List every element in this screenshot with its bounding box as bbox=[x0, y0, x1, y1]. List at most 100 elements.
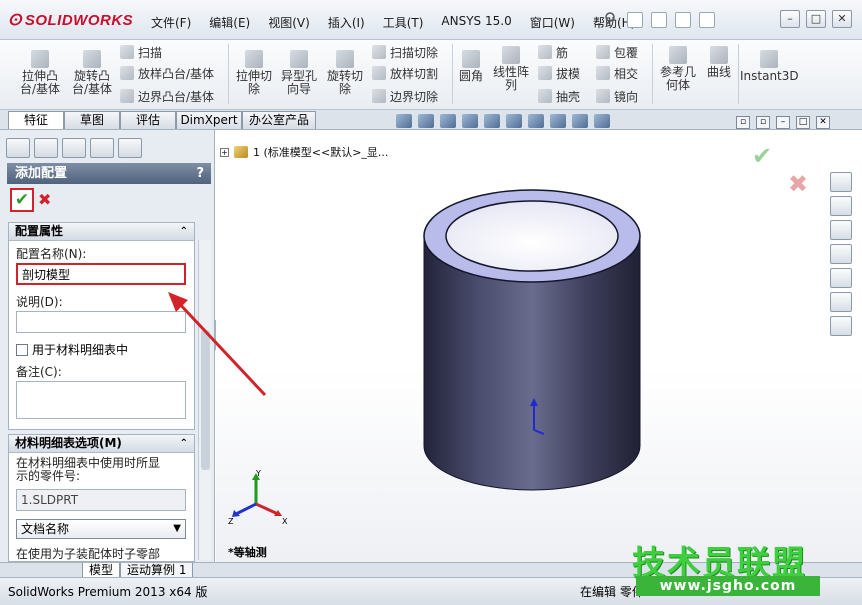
tab-evaluate[interactable]: 评估 bbox=[120, 111, 176, 129]
curves-icon bbox=[710, 46, 728, 64]
help-question-icon[interactable]: ? bbox=[196, 163, 204, 184]
save-icon[interactable] bbox=[675, 12, 691, 28]
swept-cut-button[interactable]: 扫描切除 bbox=[372, 44, 438, 60]
configuration-manager-tab[interactable] bbox=[62, 138, 86, 158]
help-icon[interactable] bbox=[699, 12, 715, 28]
hide-show-icon[interactable] bbox=[528, 114, 544, 128]
menu-tools[interactable]: 工具(T) bbox=[374, 14, 433, 31]
zoom-area-icon[interactable] bbox=[418, 114, 434, 128]
curves-button[interactable]: 曲线 bbox=[704, 46, 734, 79]
boundary-icon bbox=[120, 89, 134, 103]
scrollbar-thumb[interactable] bbox=[201, 330, 210, 470]
tab-motion-study[interactable]: 运动算例 1 bbox=[120, 563, 194, 578]
boundary-cut-icon bbox=[372, 89, 386, 103]
reference-geometry-button[interactable]: 参考几 何体 bbox=[656, 46, 700, 92]
view-palette-icon[interactable] bbox=[830, 268, 852, 288]
loft-boss-button[interactable]: 放样凸台/基体 bbox=[120, 65, 214, 81]
design-library-icon[interactable] bbox=[830, 220, 852, 240]
dimxpert-manager-tab[interactable] bbox=[90, 138, 114, 158]
menu-file[interactable]: 文件(F) bbox=[142, 14, 200, 31]
confirmation-ok-icon[interactable]: ✔ bbox=[752, 142, 772, 170]
graphics-area[interactable] bbox=[216, 130, 862, 562]
property-manager: 添加配置 ? ✔ ✖ 配置属性 ⌃ 配置名称(N): 剖切模型 说明(D): 用于… bbox=[0, 130, 215, 562]
draft-button[interactable]: 拔模 bbox=[538, 65, 580, 81]
solidworks-resources-icon[interactable] bbox=[830, 172, 852, 192]
lofted-cut-button[interactable]: 放样切割 bbox=[372, 65, 438, 81]
extrude-cut-button[interactable]: 拉伸切 除 bbox=[232, 50, 276, 96]
appearances-icon[interactable] bbox=[830, 292, 852, 312]
minimize-button[interactable]: – bbox=[780, 10, 800, 28]
revolve-boss-button[interactable]: 旋转凸 台/基体 bbox=[68, 50, 116, 96]
mirror-button[interactable]: 镜向 bbox=[596, 88, 638, 104]
home-icon[interactable] bbox=[830, 196, 852, 216]
collapse-icon: ⌃ bbox=[179, 438, 188, 449]
appearance-icon[interactable] bbox=[550, 114, 566, 128]
linear-pattern-button[interactable]: 线性阵 列 bbox=[490, 46, 532, 92]
display-style-icon[interactable] bbox=[506, 114, 522, 128]
collapse-icon: ⌃ bbox=[179, 226, 188, 237]
menu-edit[interactable]: 编辑(E) bbox=[200, 14, 259, 31]
ribbon-divider bbox=[738, 44, 739, 104]
previous-view-icon[interactable] bbox=[440, 114, 456, 128]
open-file-icon[interactable] bbox=[651, 12, 667, 28]
menu-window[interactable]: 窗口(W) bbox=[521, 14, 584, 31]
boundary-boss-button[interactable]: 边界凸台/基体 bbox=[120, 88, 214, 104]
display-manager-tab[interactable] bbox=[118, 138, 142, 158]
scene-icon[interactable] bbox=[572, 114, 588, 128]
property-manager-tab[interactable] bbox=[34, 138, 58, 158]
instant3d-button[interactable]: Instant3D bbox=[740, 50, 799, 83]
view-orientation-icon[interactable] bbox=[484, 114, 500, 128]
group-header[interactable]: 配置属性 ⌃ bbox=[9, 223, 194, 241]
viewport-split-icon[interactable]: ▫ bbox=[736, 116, 750, 129]
view-settings-icon[interactable] bbox=[594, 114, 610, 128]
bom-checkbox[interactable]: 用于材料明细表中 bbox=[16, 341, 128, 358]
tab-sketch[interactable]: 草图 bbox=[64, 111, 120, 129]
rib-button[interactable]: 筋 bbox=[538, 44, 568, 60]
wrap-button[interactable]: 包覆 bbox=[596, 44, 638, 60]
title-bar: ⵙ SOLIDWORKS 文件(F) 编辑(E) 视图(V) 插入(I) 工具(T… bbox=[0, 0, 862, 40]
group-header[interactable]: 材料明细表选项(M) ⌃ bbox=[9, 435, 194, 453]
revolve-cut-button[interactable]: 旋转切 除 bbox=[322, 50, 368, 96]
fillet-button[interactable]: 圆角 bbox=[456, 50, 486, 83]
menu-view[interactable]: 视图(V) bbox=[259, 14, 319, 31]
extrude-boss-button[interactable]: 拉伸凸 台/基体 bbox=[14, 50, 66, 96]
close-button[interactable]: ✕ bbox=[832, 10, 852, 28]
menu-ansys[interactable]: ANSYS 15.0 bbox=[432, 14, 520, 31]
app-logo: ⵙ SOLIDWORKS bbox=[8, 12, 134, 29]
viewport-restore-icon[interactable]: □ bbox=[796, 116, 810, 129]
bom-hint-text: 在材料明细表中使用时所显 示的零件号: bbox=[16, 456, 161, 483]
shell-button[interactable]: 抽壳 bbox=[538, 88, 580, 104]
panel-scrollbar[interactable] bbox=[198, 240, 211, 560]
ok-button[interactable]: ✔ bbox=[10, 188, 34, 212]
feature-tree-flyout[interactable]: + 1 (标准模型<<默认>_显... bbox=[220, 144, 388, 160]
file-explorer-icon[interactable] bbox=[830, 244, 852, 264]
section-view-icon[interactable] bbox=[462, 114, 478, 128]
viewport-tile-icon[interactable]: ▫ bbox=[756, 116, 770, 129]
tab-office-products[interactable]: 办公室产品 bbox=[242, 111, 316, 129]
description-input[interactable] bbox=[16, 311, 186, 333]
checkbox-box[interactable] bbox=[16, 343, 28, 356]
sweep-button[interactable]: 扫描 bbox=[120, 44, 162, 60]
new-file-icon[interactable] bbox=[627, 12, 643, 28]
config-name-input[interactable]: 剖切模型 bbox=[16, 263, 186, 285]
intersect-button[interactable]: 相交 bbox=[596, 65, 638, 81]
confirmation-cancel-icon[interactable]: ✖ bbox=[788, 170, 808, 198]
viewport-minimize-icon[interactable]: – bbox=[776, 116, 790, 129]
pin-icon[interactable] bbox=[603, 12, 617, 26]
zoom-to-fit-icon[interactable] bbox=[396, 114, 412, 128]
custom-properties-icon[interactable] bbox=[830, 316, 852, 336]
feature-manager-tab[interactable] bbox=[6, 138, 30, 158]
viewport-close-icon[interactable]: ✕ bbox=[816, 116, 830, 129]
boundary-cut-button[interactable]: 边界切除 bbox=[372, 88, 438, 104]
document-name-select[interactable]: 文档名称 ▼ bbox=[16, 519, 186, 539]
cancel-button[interactable]: ✖ bbox=[38, 190, 51, 209]
tab-dimxpert[interactable]: DimXpert bbox=[176, 111, 242, 129]
hole-wizard-button[interactable]: 异型孔 向导 bbox=[278, 50, 320, 96]
ribbon-divider bbox=[652, 44, 653, 104]
menu-insert[interactable]: 插入(I) bbox=[319, 14, 374, 31]
maximize-button[interactable]: □ bbox=[806, 10, 826, 28]
tab-features[interactable]: 特征 bbox=[8, 111, 64, 129]
expand-icon[interactable]: + bbox=[220, 147, 229, 157]
notes-textarea[interactable] bbox=[16, 381, 186, 419]
tab-model[interactable]: 模型 bbox=[82, 563, 121, 578]
